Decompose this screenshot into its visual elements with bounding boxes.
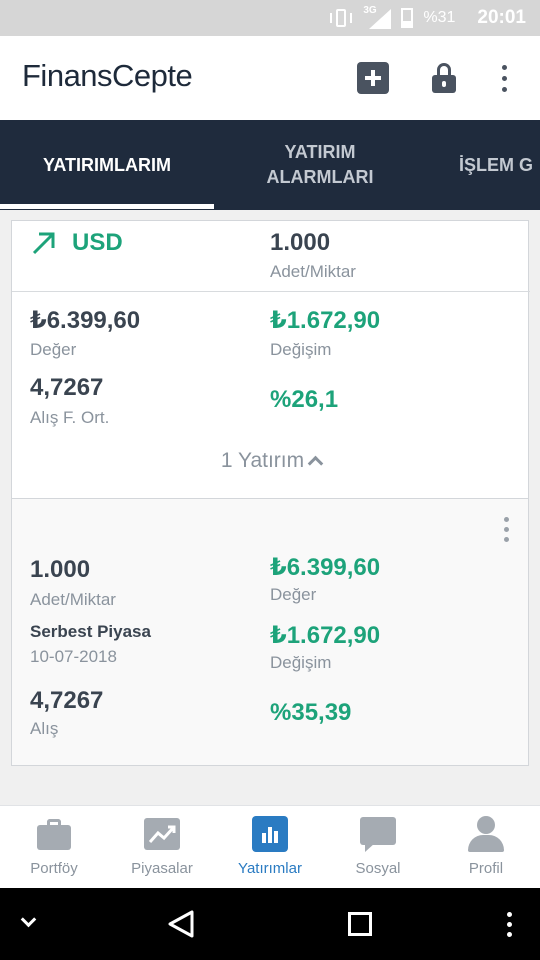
back-icon[interactable] [166,888,196,960]
quantity-label: Adet/Miktar [30,590,116,609]
value-amount: ₺6.399,60 [30,307,141,334]
briefcase-icon [36,816,72,852]
battery-icon [401,8,414,28]
nav-label: Portföy [30,860,78,877]
tab-yatirim-alarmlari[interactable]: YATIRIM ALARMLARI [214,120,426,210]
market-name: Serbest Piyasa [30,622,151,641]
investment-count: 1 Yatırım [220,449,305,472]
add-icon[interactable] [357,62,389,94]
app-logo: FinansCepte [22,58,193,93]
change-percent: %35,39 [270,699,352,726]
system-navigation-bar [0,888,540,960]
value-label: Değer [270,585,317,604]
nav-sosyal[interactable]: Sosyal [324,806,432,889]
buy-price-label: Alış [30,719,59,738]
nav-piyasalar[interactable]: Piyasalar [108,806,216,889]
quantity-value: 1.000 [30,556,91,583]
value-label: Değer [30,340,77,359]
divider [12,291,530,292]
trend-up-arrow-icon [32,232,55,255]
active-tab-indicator [0,204,214,209]
status-bar: 3G %31 20:01 [0,0,540,36]
currency-symbol: USD [72,229,123,256]
more-vert-icon[interactable] [502,517,512,545]
investment-item-card[interactable]: 1.000 Adet/Miktar Serbest Piyasa 10-07-2… [11,498,529,766]
nav-label: Profil [468,860,504,877]
lock-icon[interactable] [430,62,462,94]
nav-label: Sosyal [355,860,401,877]
quantity-label: Adet/Miktar [270,262,356,281]
more-vert-icon[interactable] [504,888,516,960]
change-label: Değişim [270,653,332,672]
chevron-down-icon[interactable] [18,888,42,960]
avg-price-value: 4,7267 [30,374,104,401]
value-amount: ₺6.399,60 [270,554,381,581]
battery-percent: %31 [423,9,456,26]
app-header: FinansCepte [0,36,540,120]
tab-islem[interactable]: İŞLEM G [446,120,540,210]
change-amount: ₺1.672,90 [270,307,381,334]
signal-icon: 3G [363,5,392,29]
nav-label: Piyasalar [131,860,193,877]
chart-trend-icon [144,816,180,852]
collapse-investments-toggle[interactable]: 1 Yatırım [12,449,530,473]
home-icon[interactable] [346,888,374,960]
investments-list[interactable]: USD 1.000 Adet/Miktar ₺6.399,60 Değer ₺1… [0,210,540,805]
summary-card[interactable]: USD 1.000 Adet/Miktar ₺6.399,60 Değer ₺1… [11,220,530,508]
change-label: Değişim [270,340,332,359]
tab-yatirimlarim[interactable]: YATIRIMLARIM [0,120,214,210]
avg-price-label: Alış F. Ort. [30,408,110,427]
chat-bubble-icon [360,816,396,852]
buy-price-value: 4,7267 [30,687,104,714]
change-percent: %26,1 [270,386,339,413]
nav-portfoy[interactable]: Portföy [0,806,108,889]
purchase-date: 10-07-2018 [30,647,117,666]
vibrate-icon [329,7,353,29]
tab-label: YATIRIM ALARMLARI [266,142,374,187]
user-icon [468,816,504,852]
more-menu-icon[interactable] [495,62,515,94]
nav-profil[interactable]: Profil [432,806,540,889]
bar-chart-icon [252,816,288,852]
bottom-navigation: Portföy Piyasalar Yatırımlar Sosyal Prof… [0,805,540,888]
nav-yatirimlar[interactable]: Yatırımlar [216,806,324,889]
tab-bar: YATIRIMLARIM YATIRIM ALARMLARI İŞLEM G [0,120,540,210]
nav-label: Yatırımlar [238,860,302,877]
change-amount: ₺1.672,90 [270,622,381,649]
clock: 20:01 [477,7,526,28]
quantity-value: 1.000 [270,229,331,256]
chevron-up-icon [307,455,324,472]
